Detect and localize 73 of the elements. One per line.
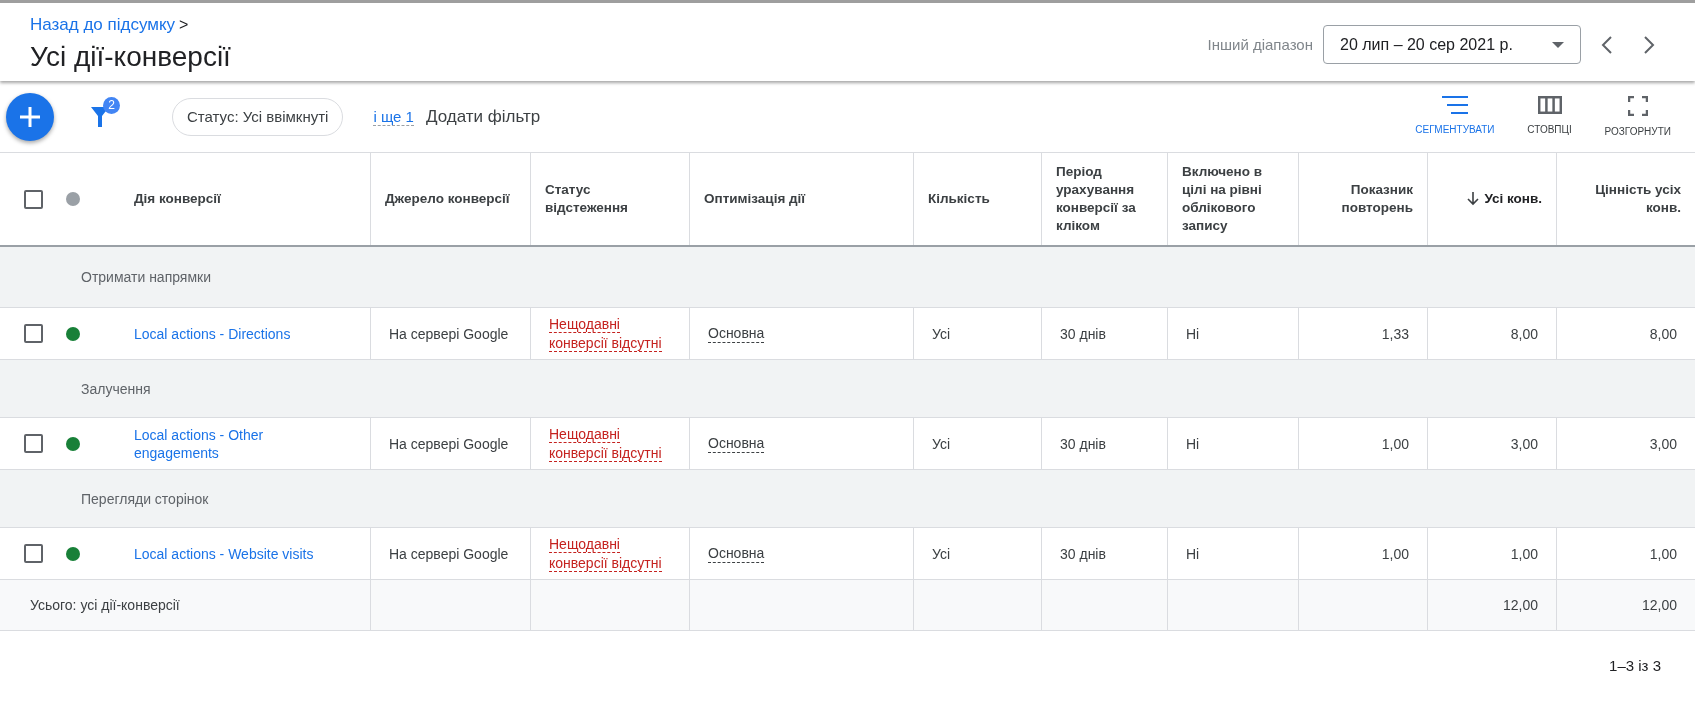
group-name: Залучення xyxy=(81,380,151,397)
date-range-dropdown[interactable]: 20 лип – 20 сер 2021 р. xyxy=(1323,25,1581,64)
group-name: Отримати напрямки xyxy=(81,269,211,285)
column-header[interactable]: Оптимізація дії xyxy=(704,190,806,208)
pagination-text: 1–3 із 3 xyxy=(1609,657,1661,674)
plus-icon xyxy=(20,106,40,127)
optimization-value[interactable]: Основна xyxy=(708,324,765,343)
row-checkbox[interactable] xyxy=(24,544,43,563)
table-cell-text: На сервері Google xyxy=(389,324,509,343)
status-filter-chip[interactable]: Статус: Усі ввімкнуті xyxy=(172,97,344,136)
table-cell-text: 1,33 xyxy=(1381,324,1409,343)
table-cell-text: 30 днів xyxy=(1060,324,1106,343)
row-checkbox[interactable] xyxy=(24,324,43,343)
column-header[interactable]: Джерело конверсії xyxy=(385,190,510,208)
toolbar-action-button[interactable]: СЕГМЕНТУВАТИ xyxy=(1405,90,1505,143)
row-checkbox[interactable] xyxy=(24,434,43,453)
table-cell-text: 1,00 xyxy=(1510,544,1538,563)
table-cell-text: Усі xyxy=(932,324,951,343)
table-cell-text: 3,00 xyxy=(1649,434,1677,453)
table-cell-text: На сервері Google xyxy=(389,544,509,563)
filter-button[interactable]: 2 xyxy=(82,98,118,135)
dropdown-caret-icon xyxy=(1552,41,1564,48)
column-header[interactable]: Статус відстеження xyxy=(545,181,675,217)
fullscreen-icon xyxy=(1627,96,1648,116)
table-cell-text: На сервері Google xyxy=(389,434,509,453)
add-button[interactable] xyxy=(6,92,54,141)
breadcrumb-chevron: > xyxy=(179,16,189,34)
table-cell-text: 30 днів xyxy=(1060,544,1106,563)
column-header[interactable]: Період урахування конверсії за кліком xyxy=(1056,163,1153,235)
add-filter-button[interactable]: Додати фільтр xyxy=(419,105,547,128)
table-cell-text: 8,00 xyxy=(1510,324,1538,343)
conversion-action-link[interactable]: Local actions - Other engagements xyxy=(134,425,319,462)
optimization-value[interactable]: Основна xyxy=(708,434,765,453)
optimization-value[interactable]: Основна xyxy=(708,544,765,563)
back-link[interactable]: Назад до підсумку xyxy=(30,15,176,35)
table-cell-text: Усі xyxy=(932,434,951,453)
conversion-action-link[interactable]: Local actions - Website visits xyxy=(134,544,314,563)
chevron-left-icon xyxy=(1601,34,1613,55)
table-cell-text: Усі xyxy=(932,544,951,563)
table-cell-text: 1,00 xyxy=(1649,544,1677,563)
more-filters-link[interactable]: і ще 1 xyxy=(373,107,414,126)
toolbar-action-button[interactable]: РОЗГОРНУТИ xyxy=(1594,90,1681,143)
column-header[interactable]: Включено в цілі на рівні облікового запису xyxy=(1182,163,1284,235)
filter-count-badge: 2 xyxy=(103,96,120,114)
column-header[interactable]: Показник повторень xyxy=(1313,181,1413,217)
tracking-status-warning[interactable]: Нещодавні конверсії відсутні xyxy=(549,424,662,463)
group-name: Перегляди сторінок xyxy=(81,490,209,507)
table-cell-text: 30 днів xyxy=(1060,434,1106,453)
toolbar-action-button[interactable]: СТОВПЦІ xyxy=(1514,90,1585,143)
table-cell-text: 1,00 xyxy=(1381,434,1409,453)
select-all-checkbox[interactable] xyxy=(24,189,43,209)
tracking-status-warning[interactable]: Нещодавні конверсії відсутні xyxy=(549,534,662,573)
total-value: 12,00 xyxy=(1641,596,1677,614)
total-value: 12,00 xyxy=(1502,596,1538,614)
chevron-right-icon xyxy=(1643,34,1655,55)
table-cell-text: Ні xyxy=(1186,434,1200,453)
conversion-action-link[interactable]: Local actions - Directions xyxy=(134,324,291,343)
segment-lines-icon xyxy=(1441,96,1468,114)
column-header[interactable]: Кількість xyxy=(928,190,990,208)
range-label: Інший діапазон xyxy=(1207,36,1313,53)
table-cell-text: 8,00 xyxy=(1649,324,1677,343)
tracking-status-warning[interactable]: Нещодавні конверсії відсутні xyxy=(549,314,662,353)
table-cell-text: Ні xyxy=(1186,324,1200,343)
page-title: Усі дії-конверсії xyxy=(30,41,231,73)
sort-down-arrow-icon xyxy=(1466,192,1481,206)
total-label: Усього: усі дії-конверсії xyxy=(30,596,180,614)
columns-icon xyxy=(1537,96,1562,114)
column-header[interactable]: Усі конв. xyxy=(1466,190,1542,208)
table-cell-text: 3,00 xyxy=(1510,434,1538,453)
table-cell-text: 1,00 xyxy=(1381,544,1409,563)
column-header[interactable]: Дія конверсії xyxy=(134,190,221,208)
table-cell-text: Ні xyxy=(1186,544,1200,563)
column-header[interactable]: Цінність усіх конв. xyxy=(1571,181,1681,217)
